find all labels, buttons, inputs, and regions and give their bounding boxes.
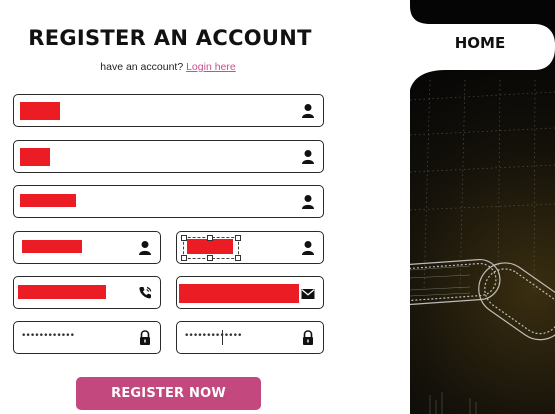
confirm-password-field[interactable]: ••••••••••••• [176,321,324,354]
home-nav-link[interactable]: HOME [430,34,530,52]
redacted-value [179,284,299,303]
registration-form-area: REGISTER AN ACCOUNT have an account? Log… [0,0,410,414]
user-icon [301,103,315,119]
resize-handle[interactable] [207,235,213,241]
email-field[interactable] [176,276,324,309]
lock-icon [301,330,315,346]
full-name-field[interactable] [13,94,324,127]
confirm-password-value: ••••••••••••• [184,331,242,341]
user-icon [301,194,315,210]
user-icon [138,240,152,256]
redacted-value [22,240,82,253]
page-title: REGISTER AN ACCOUNT [28,26,312,50]
phone-icon [138,285,152,301]
phone-field[interactable] [13,276,161,309]
first-name-field[interactable] [176,231,324,264]
redacted-value [18,285,106,299]
username-field[interactable] [13,140,324,173]
resize-handle[interactable] [181,235,187,241]
text-cursor [222,330,223,345]
resize-handle[interactable] [235,235,241,241]
resize-handle[interactable] [235,255,241,261]
register-now-button[interactable]: REGISTER NOW [76,377,261,410]
user-icon [301,149,315,165]
resize-handle[interactable] [181,255,187,261]
login-link[interactable]: Login here [186,61,236,73]
last-name-field[interactable] [13,231,161,264]
redacted-value [20,194,76,207]
envelope-icon [301,286,315,302]
lock-icon [138,330,152,346]
password-field[interactable]: •••••••••••• [13,321,161,354]
redacted-value [20,148,50,166]
hero-image-panel [410,0,555,414]
password-value: •••••••••••• [21,331,75,341]
login-prompt-text: have an account? [100,61,184,73]
selection-box [181,235,241,261]
user-icon [301,240,315,256]
chain-link-graphic [410,258,555,341]
grid-pattern [410,79,555,414]
resize-handle[interactable] [207,255,213,261]
redacted-value [20,102,60,120]
address-field[interactable] [13,185,324,218]
login-prompt: have an account? Login here [0,61,336,73]
